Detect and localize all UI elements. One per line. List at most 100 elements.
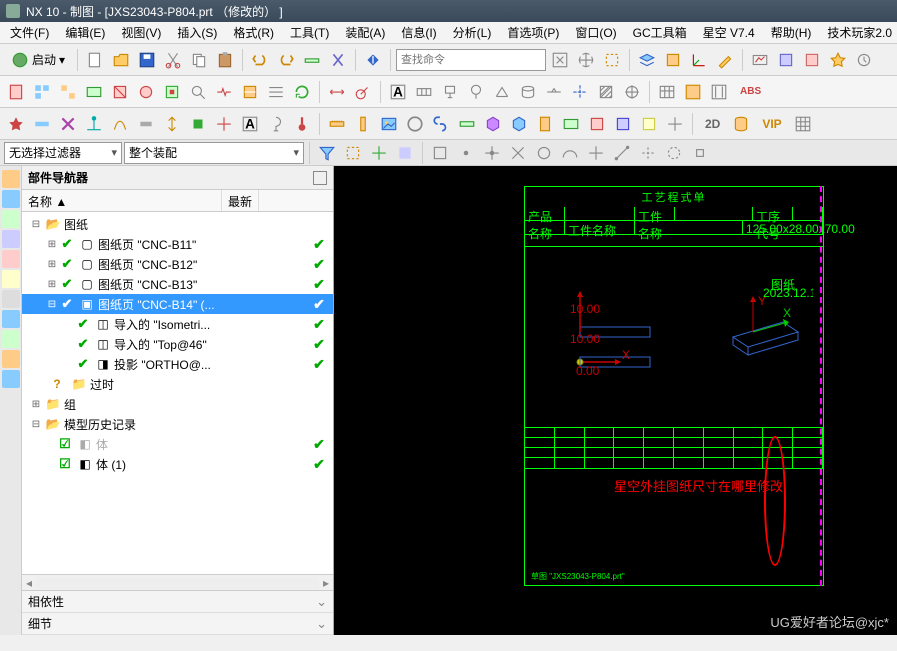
sk4-icon[interactable] <box>82 112 106 136</box>
sk-ruler1-icon[interactable] <box>325 112 349 136</box>
sk-box2-icon[interactable] <box>507 112 531 136</box>
pan-button[interactable] <box>574 48 598 72</box>
sk5-icon[interactable] <box>108 112 132 136</box>
filter1-icon[interactable] <box>315 141 339 165</box>
start-button[interactable]: 启动 ▾ <box>4 48 72 72</box>
sk-tool2-icon[interactable] <box>559 112 583 136</box>
nav-more-icon[interactable] <box>2 370 20 388</box>
sk-tool5-icon[interactable] <box>637 112 661 136</box>
assist4-icon[interactable] <box>852 48 876 72</box>
nav-hscroll[interactable]: ◂▸ <box>22 574 333 590</box>
sk-circle-icon[interactable] <box>403 112 427 136</box>
tree-view-isometric[interactable]: ✔ ◫ 导入的 "Isometri...✔ <box>22 314 333 334</box>
tree-drawings-root[interactable]: ⊟ 📂 图纸 <box>22 214 333 234</box>
view3-icon[interactable] <box>82 80 106 104</box>
command-search-input[interactable] <box>396 49 546 71</box>
sk2-icon[interactable] <box>30 112 54 136</box>
zoom-fit-button[interactable] <box>548 48 572 72</box>
snap9-icon[interactable] <box>636 141 660 165</box>
gdtol-icon[interactable] <box>412 80 436 104</box>
snap6-icon[interactable] <box>558 141 582 165</box>
clip-button[interactable] <box>661 48 685 72</box>
hole-icon[interactable] <box>516 80 540 104</box>
update-icon[interactable] <box>290 80 314 104</box>
snap2-icon[interactable] <box>454 141 478 165</box>
snap5-icon[interactable] <box>532 141 556 165</box>
note-icon[interactable]: A <box>386 80 410 104</box>
snap10-icon[interactable] <box>662 141 686 165</box>
tree-sheet-cnc-b11[interactable]: ⊞✔ ▢ 图纸页 "CNC-B11"✔ <box>22 234 333 254</box>
sk-ruler2-icon[interactable] <box>351 112 375 136</box>
snap1-icon[interactable] <box>428 141 452 165</box>
tree-history[interactable]: ⊟ 📂 模型历史记录 <box>22 414 333 434</box>
tree-sheet-cnc-b14[interactable]: ⊟✔ ▣ 图纸页 "CNC-B14" (...✔ <box>22 294 333 314</box>
layer-button[interactable] <box>635 48 659 72</box>
snap7-icon[interactable] <box>584 141 608 165</box>
edit-icon[interactable] <box>713 48 737 72</box>
menu-techplayer[interactable]: 技术玩家2.0 <box>821 22 897 43</box>
view2-icon[interactable] <box>56 80 80 104</box>
abs-icon[interactable]: ABS <box>733 80 768 104</box>
snap11-icon[interactable] <box>688 141 712 165</box>
datum-icon[interactable] <box>438 80 462 104</box>
align-icon[interactable] <box>264 80 288 104</box>
open-button[interactable] <box>109 48 133 72</box>
weld-icon[interactable] <box>542 80 566 104</box>
nav-history-icon[interactable] <box>2 230 20 248</box>
hatch-icon[interactable] <box>594 80 618 104</box>
sk-box1-icon[interactable] <box>481 112 505 136</box>
sk-tool3-icon[interactable] <box>585 112 609 136</box>
menu-window[interactable]: 窗口(O) <box>569 22 622 43</box>
sk7-icon[interactable] <box>160 112 184 136</box>
info-button[interactable]: i <box>361 48 385 72</box>
sk12-icon[interactable] <box>290 112 314 136</box>
graphics-canvas[interactable]: 工艺程式单 产品名称 工件名称 工序代号 工件名称 125.00x28.00x7… <box>334 166 897 635</box>
fit-button[interactable] <box>600 48 624 72</box>
wcs-button[interactable] <box>687 48 711 72</box>
section-dependencies[interactable]: 相依性 <box>22 591 333 613</box>
snap8-icon[interactable] <box>610 141 634 165</box>
menu-preferences[interactable]: 首选项(P) <box>501 22 565 43</box>
sk9-icon[interactable] <box>212 112 236 136</box>
calc-button[interactable] <box>326 48 350 72</box>
tree-sheet-cnc-b12[interactable]: ⊞✔ ▢ 图纸页 "CNC-B12"✔ <box>22 254 333 274</box>
sk1-icon[interactable] <box>4 112 28 136</box>
menu-starsky[interactable]: 星空 V7.4 <box>697 22 761 43</box>
view1-icon[interactable] <box>30 80 54 104</box>
nav-vis-icon[interactable] <box>2 350 20 368</box>
dim-radial-icon[interactable] <box>351 80 375 104</box>
nav-browser-icon[interactable] <box>2 290 20 308</box>
sk-image-icon[interactable] <box>377 112 401 136</box>
col-name[interactable]: 名称 ▲ <box>22 190 222 211</box>
menu-view[interactable]: 视图(V) <box>115 22 167 43</box>
menu-edit[interactable]: 编辑(E) <box>59 22 111 43</box>
tree-body-dim[interactable]: ☑ ◧ 体 ✔ <box>22 434 333 454</box>
assembly-scope-combo[interactable]: 整个装配 <box>124 142 304 164</box>
tree-group[interactable]: ⊞ 📁 组 <box>22 394 333 414</box>
assist3-icon[interactable] <box>826 48 850 72</box>
sk-tool1-icon[interactable] <box>533 112 557 136</box>
save-button[interactable] <box>135 48 159 72</box>
balloon-icon[interactable] <box>464 80 488 104</box>
section2-icon[interactable] <box>134 80 158 104</box>
selection-filter-combo[interactable]: 无选择过滤器 <box>4 142 122 164</box>
nav-part-icon[interactable] <box>2 190 20 208</box>
section1-icon[interactable] <box>108 80 132 104</box>
target-icon[interactable] <box>620 80 644 104</box>
nav-reuse-icon[interactable] <box>2 210 20 228</box>
zone-icon[interactable] <box>707 80 731 104</box>
tree-view-top46[interactable]: ✔ ◫ 导入的 "Top@46"✔ <box>22 334 333 354</box>
menu-assembly[interactable]: 装配(A) <box>339 22 391 43</box>
filter2-icon[interactable] <box>341 141 365 165</box>
nav-roles-icon[interactable] <box>2 250 20 268</box>
centerline-icon[interactable] <box>568 80 592 104</box>
pin-icon[interactable] <box>313 171 327 185</box>
redo-button[interactable] <box>274 48 298 72</box>
filter4-icon[interactable] <box>393 141 417 165</box>
surface-icon[interactable] <box>490 80 514 104</box>
sheet-new-icon[interactable] <box>4 80 28 104</box>
sk8-icon[interactable] <box>186 112 210 136</box>
tree-sheet-cnc-b13[interactable]: ⊞✔ ▢ 图纸页 "CNC-B13"✔ <box>22 274 333 294</box>
navigator-tree[interactable]: ⊟ 📂 图纸 ⊞✔ ▢ 图纸页 "CNC-B11"✔ ⊞✔ ▢ 图纸页 "CNC… <box>22 212 333 574</box>
sk6-icon[interactable] <box>134 112 158 136</box>
